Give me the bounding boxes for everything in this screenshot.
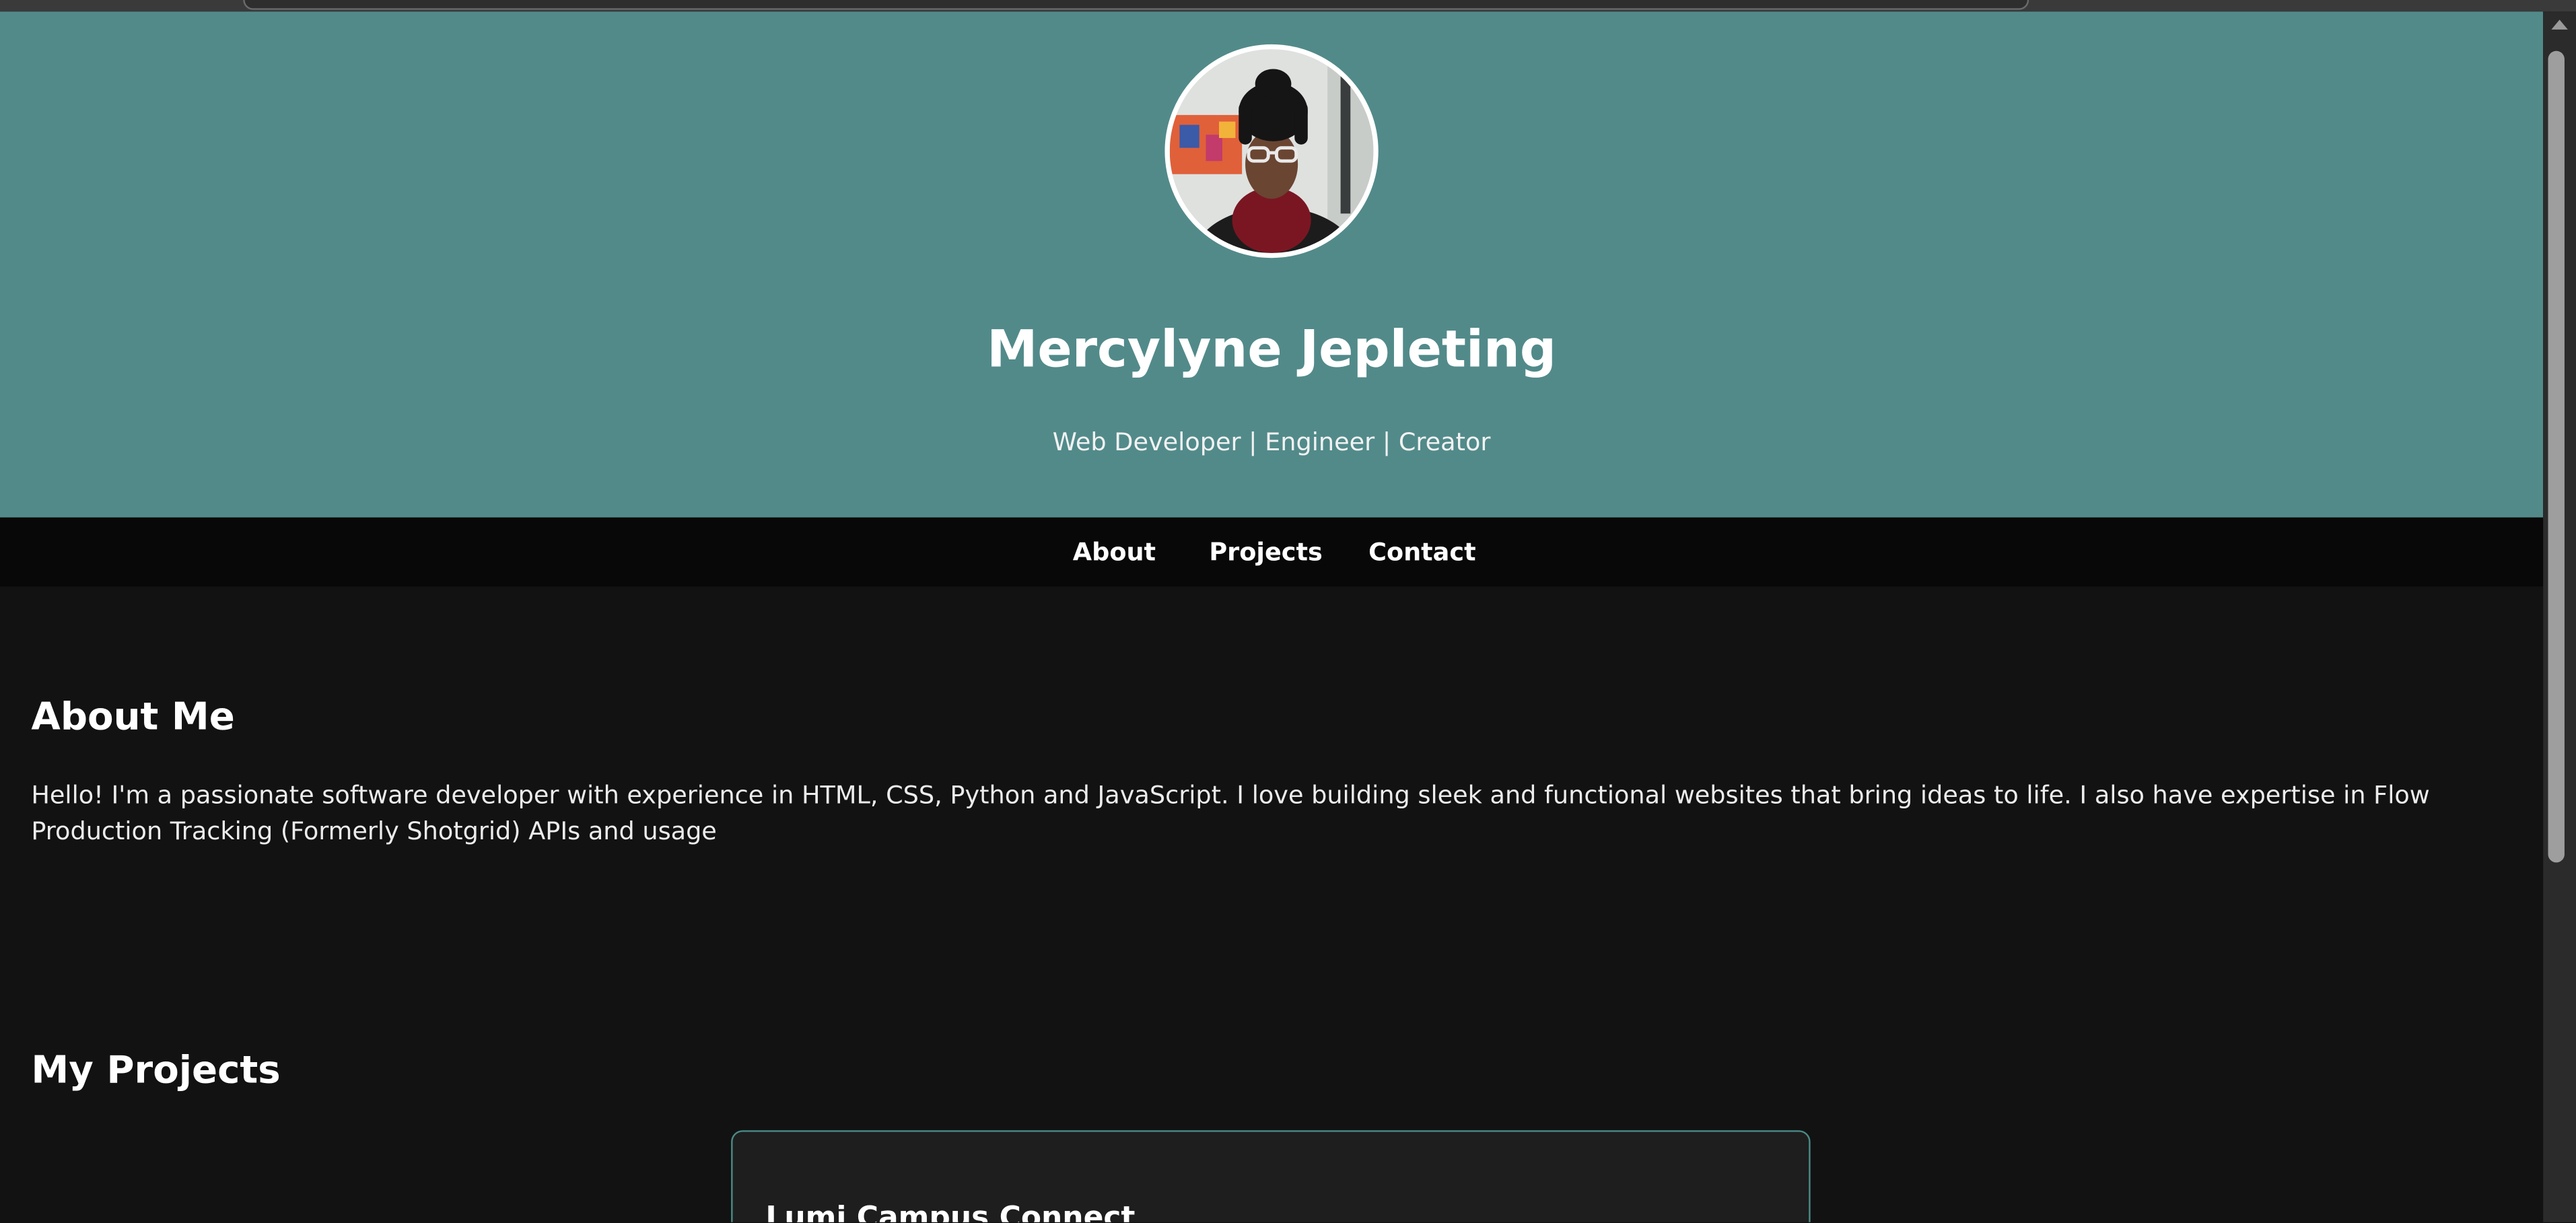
project-card[interactable]: Lumi Campus Connect	[731, 1130, 1811, 1222]
browser-viewport: Mercylyne Jepleting Web Developer | Engi…	[0, 0, 2576, 1222]
nav-link-about[interactable]: About	[1073, 536, 1156, 569]
project-title: Lumi Campus Connect	[765, 1201, 1136, 1222]
address-bar[interactable]	[243, 0, 2029, 10]
avatar	[1164, 44, 1379, 258]
about-heading: About Me	[31, 696, 235, 740]
vertical-scrollbar[interactable]	[2543, 11, 2576, 1222]
scroll-up-icon[interactable]	[2551, 20, 2568, 30]
nav-link-projects[interactable]: Projects	[1209, 536, 1322, 569]
profile-photo	[1169, 49, 1374, 253]
nav-link-contact[interactable]: Contact	[1368, 536, 1476, 569]
portfolio-page: Mercylyne Jepleting Web Developer | Engi…	[0, 11, 2544, 1222]
hero-header: Mercylyne Jepleting Web Developer | Engi…	[0, 11, 2544, 518]
page-title: Mercylyne Jepleting	[987, 320, 1557, 380]
tagline: Web Developer | Engineer | Creator	[1052, 427, 1491, 457]
projects-heading: My Projects	[31, 1049, 281, 1093]
main-nav: About Projects Contact	[0, 517, 2544, 587]
scrollbar-thumb[interactable]	[2548, 50, 2565, 863]
browser-toolbar	[0, 0, 2576, 12]
about-text: Hello! I'm a passionate software develop…	[31, 780, 2430, 846]
